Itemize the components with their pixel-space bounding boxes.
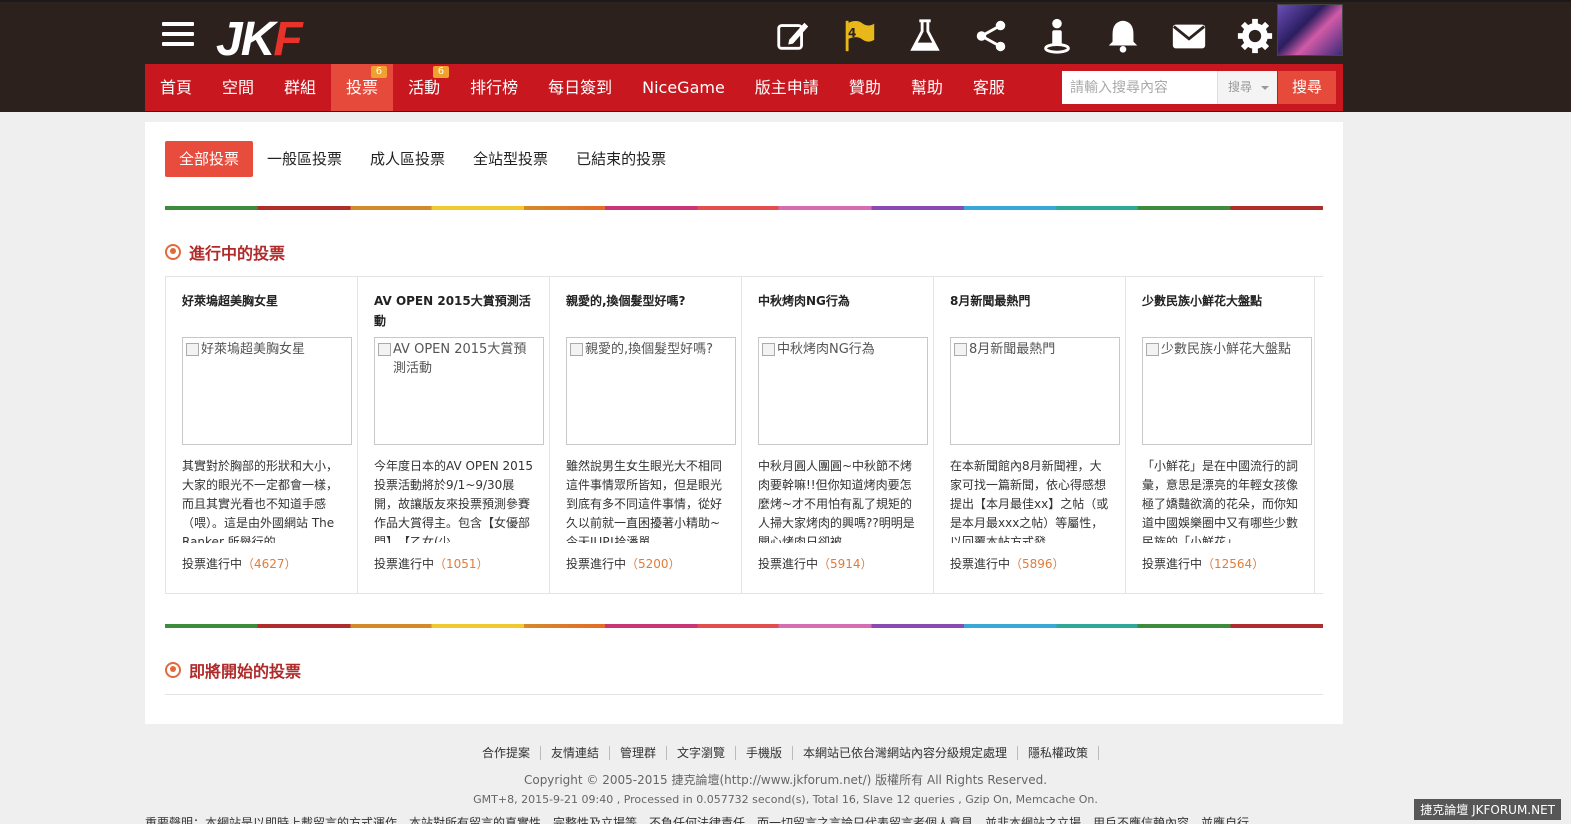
user-icon[interactable] [1024,14,1090,58]
poll-card[interactable]: 好萊塢超美胸女星 好萊塢超美胸女星 其實對於胸部的形狀和大小，大家的眼光不一定都… [165,277,357,593]
poll-image[interactable]: AV OPEN 2015大賞預測活動 [374,337,544,445]
footer-link-friends[interactable]: 友情連結 [540,746,610,760]
poll-description: 在本新聞館內8月新聞裡，大家可找一篇新聞，依心得感想提出【本月最佳xx】之帖（或… [950,459,1109,543]
mail-icon[interactable] [1156,14,1222,58]
footer-link-admins[interactable]: 管理群 [609,746,667,760]
footer-stats: GMT+8, 2015-9-21 09:40 , Processed in 0.… [473,793,1098,806]
flag-icon[interactable]: 4 [826,14,892,58]
search-type-select[interactable]: 搜尋 [1217,71,1277,104]
poll-status: 投票進行中（12564） [1142,557,1265,571]
footer-copyright: Copyright © 2005-2015 捷克論壇(http://www.jk… [523,773,1048,787]
poll-status: 投票進行中（5200） [566,557,681,571]
poll-image[interactable]: 少數民族小鮮花大盤點 [1142,337,1312,445]
main-nav: 首頁 空間 群組 投票 6 活動 6 排行榜 每日簽到 NiceGame 版主申請 … [145,64,1045,111]
tab-sitewide-polls[interactable]: 全站型投票 [459,141,562,177]
poll-card[interactable]: AV OPEN 2015大賞預測活動 AV OPEN 2015大賞預測活動 今年… [357,277,549,593]
poll-card[interactable]: 親愛的,換個髮型好嗎? 親愛的,換個髮型好嗎? 雖然說男生女生眼光大不相同這件事… [549,277,741,593]
search-input[interactable] [1062,71,1217,104]
search-bar: 搜尋 搜尋 [1045,64,1343,111]
poll-card[interactable]: 少數民族小鮮花大盤點 少數民族小鮮花大盤點 「小鮮花」是在中國流行的詞彙，意思是… [1125,277,1315,593]
poll-title[interactable]: 親愛的,換個髮型好嗎? [566,291,729,311]
nav-nicegame[interactable]: NiceGame [627,64,740,111]
bell-icon[interactable] [1090,14,1156,58]
footer-link-text-mode[interactable]: 文字瀏覽 [666,746,736,760]
poll-status: 投票進行中（5914） [758,557,873,571]
poll-image[interactable]: 好萊塢超美胸女星 [182,337,352,445]
tab-ended-polls[interactable]: 已結束的投票 [562,141,680,177]
poll-description: 中秋月圓人團圓~中秋節不烤肉要幹嘛!!但你知道烤肉要怎麼烤~才不用怕有亂了規矩的… [758,459,915,543]
poll-status: 投票進行中（4627） [182,557,297,571]
tab-adult-polls[interactable]: 成人區投票 [356,141,459,177]
nav-home[interactable]: 首頁 [145,64,207,111]
poll-image[interactable]: 8月新聞最熱門 [950,337,1120,445]
poll-title[interactable]: 中秋烤肉NG行為 [758,291,921,311]
poll-description: 其實對於胸部的形狀和大小，大家的眼光不一定都會一樣，而且其實光看也不知道手感（喂… [182,459,339,543]
poll-description: 「小鮮花」是在中國流行的詞彙，意思是漂亮的年輕女孩像極了嬌豔欲滴的花朵，而你知道… [1142,459,1299,543]
section-icon [165,662,181,678]
footer-disclaimer: 重要聲明：本網站是以即時上載留言的方式運作，本站對所有留言的真實性、完整性及立場… [145,816,1250,824]
ongoing-section-title: 進行中的投票 [165,240,285,264]
chevron-down-icon [1261,86,1269,90]
nav-groups[interactable]: 群組 [269,64,331,111]
nav-moderator-apply[interactable]: 版主申請 [740,64,834,111]
edit-icon[interactable] [760,14,826,58]
poll-tabs: 全部投票 一般區投票 成人區投票 全站型投票 已結束的投票 [165,141,680,177]
poll-card[interactable]: 8月新聞最熱門 8月新聞最熱門 在本新聞館內8月新聞裡，大家可找一篇新聞，依心得… [933,277,1125,593]
tab-general-polls[interactable]: 一般區投票 [253,141,356,177]
footer-link-cooperation[interactable]: 合作提案 [471,746,541,760]
poll-title[interactable]: 少數民族小鮮花大盤點 [1142,291,1302,311]
poll-title[interactable]: 好萊塢超美胸女星 [182,291,345,311]
polls-badge: 6 [370,66,388,78]
rainbow-divider [165,624,1323,628]
nav-help[interactable]: 幫助 [896,64,958,111]
footer-link-mobile[interactable]: 手機版 [736,746,794,760]
footer-link-rating[interactable]: 本網站已依台灣網站內容分級規定處理 [793,746,1019,760]
tab-all-polls[interactable]: 全部投票 [165,141,254,177]
nav-daily-checkin[interactable]: 每日簽到 [533,64,627,111]
flask-icon[interactable] [892,14,958,58]
poll-cards: 好萊塢超美胸女星 好萊塢超美胸女星 其實對於胸部的形狀和大小，大家的眼光不一定都… [165,276,1323,594]
poll-image[interactable]: 親愛的,換個髮型好嗎? [566,337,736,445]
poll-description: 雖然說男生女生眼光大不相同這件事情眾所皆知，但是眼光到底有多不同這件事情，從好久… [566,459,723,543]
nav-events[interactable]: 活動 6 [393,64,455,111]
section-divider [165,694,1323,695]
site-logo[interactable]: JKF [216,12,303,67]
main-content: 全部投票 一般區投票 成人區投票 全站型投票 已結束的投票 進行中的投票 好萊塢… [145,122,1343,724]
events-badge: 6 [432,66,450,78]
menu-icon[interactable] [162,22,194,50]
share-icon[interactable] [958,14,1024,58]
poll-title[interactable]: 8月新聞最熱門 [950,291,1113,311]
footer-links: 合作提案 友情連結 管理群 文字瀏覽 手機版 本網站已依台灣網站內容分級規定處理 隱私權政策 [0,744,1571,761]
poll-status: 投票進行中（1051） [374,557,489,571]
poll-card[interactable]: 中秋烤肉NG行為 中秋烤肉NG行為 中秋月圓人團圓~中秋節不烤肉要幹嘛!!但你知… [741,277,933,593]
nav-space[interactable]: 空間 [207,64,269,111]
poll-title[interactable]: AV OPEN 2015大賞預測活動 [374,291,537,331]
user-avatar[interactable] [1277,4,1343,56]
section-icon [165,244,181,260]
nav-sponsor[interactable]: 贊助 [834,64,896,111]
nav-support[interactable]: 客服 [958,64,1020,111]
upcoming-section-title: 即將開始的投票 [165,658,301,682]
footer-link-privacy[interactable]: 隱私權政策 [1018,746,1100,760]
nav-polls[interactable]: 投票 6 [331,64,394,111]
header-icons: 4 [760,14,1288,58]
poll-status: 投票進行中（5896） [950,557,1065,571]
rainbow-divider [165,206,1323,210]
watermark: 捷克論壇 JKFORUM.NET [1414,799,1561,820]
poll-description: 今年度日本的AV OPEN 2015投票活動將於9/1~9/30展開，故讓版友來… [374,459,534,543]
poll-image[interactable]: 中秋烤肉NG行為 [758,337,928,445]
search-button[interactable]: 搜尋 [1278,71,1336,104]
nav-ranking[interactable]: 排行榜 [455,64,533,111]
